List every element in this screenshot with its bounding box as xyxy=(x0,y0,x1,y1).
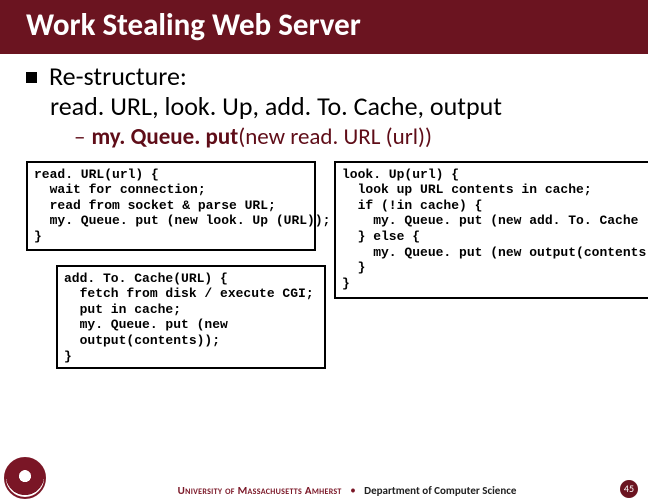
slide-title-bar: Work Stealing Web Server xyxy=(0,0,648,54)
code-box-lookup: look. Up(url) { look up URL contents in … xyxy=(334,161,648,299)
dash-bold-text: my. Queue. put xyxy=(91,123,238,151)
bullet-sub-text: read. URL, look. Up, add. To. Cache, out… xyxy=(50,92,622,121)
footer-separator-icon: • xyxy=(344,484,361,497)
slide-content: Re-structure: read. URL, look. Up, add. … xyxy=(0,54,648,441)
code-box-readurl: read. URL(url) { wait for connection; re… xyxy=(26,161,316,251)
bullet-row: Re-structure: xyxy=(26,60,622,92)
university-seal-icon xyxy=(4,457,46,499)
dash-rest-text: (new read. URL (url)) xyxy=(238,123,432,151)
bullet-main-text: Re-structure: xyxy=(49,60,622,92)
page-number-badge: 45 xyxy=(620,480,638,498)
slide-title: Work Stealing Web Server xyxy=(26,6,361,44)
footer-university: University of Massachusetts Amherst xyxy=(178,484,342,497)
square-bullet-icon xyxy=(26,72,37,83)
code-box-addtocache: add. To. Cache(URL) { fetch from disk / … xyxy=(56,265,326,369)
code-boxes-area: read. URL(url) { wait for connection; re… xyxy=(26,161,622,441)
dash-icon: – xyxy=(74,123,85,151)
footer-department: Department of Computer Science xyxy=(364,484,516,497)
slide-footer: University of Massachusetts Amherst • De… xyxy=(0,476,648,504)
footer-text: University of Massachusetts Amherst • De… xyxy=(46,484,648,497)
dash-row: – my. Queue. put(new read. URL (url)) xyxy=(74,123,622,151)
